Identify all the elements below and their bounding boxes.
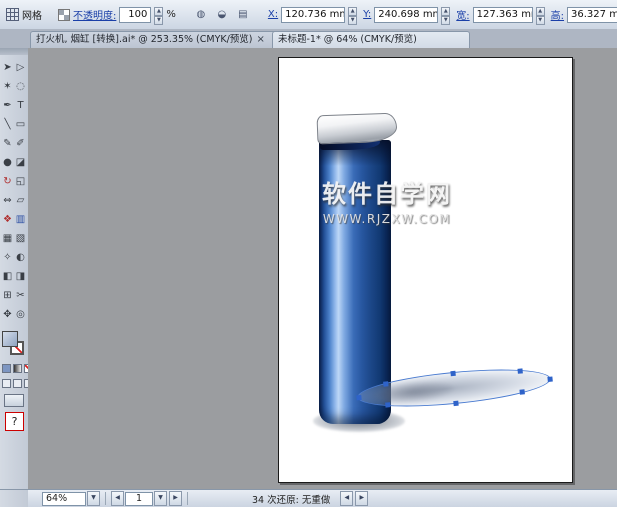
- width-input[interactable]: 127.363 mm: [473, 7, 533, 23]
- tool-mesh[interactable]: ▦: [1, 229, 14, 248]
- tool-width[interactable]: ⇔: [1, 191, 14, 210]
- anchor-point[interactable]: [518, 368, 523, 373]
- gradient-button[interactable]: [13, 364, 22, 373]
- tool-zoom[interactable]: ◎: [14, 305, 27, 324]
- tool-gradient[interactable]: ▧: [14, 229, 27, 248]
- tool-lasso[interactable]: ◌: [14, 77, 27, 96]
- screen-mode-button[interactable]: [4, 394, 24, 407]
- control-bar: 网格 不透明度: 100 ▲▼ % ◍ ◒ ▤ X: 120.736 mm ▲▼…: [0, 0, 617, 30]
- status-bar: 64% ▼ ◀ 1 ▼ ▶ 34 次还原: 无重做 ◀ ▶: [28, 489, 617, 507]
- canvas-area[interactable]: 软件自学网 WWW.RJZXW.COM: [28, 48, 617, 489]
- tool-hand[interactable]: ✥: [1, 305, 14, 324]
- tab-document-2[interactable]: 未标题-1* @ 64% (CMYK/预览): [272, 31, 470, 48]
- tools-panel: ➤▷✶◌✒T╲▭✎✐●◪↻◱⇔▱❖▥▦▧✧◐◧◨⊞✂✥◎ ?: [0, 48, 29, 506]
- height-label: 高:: [551, 7, 564, 22]
- anchor-point[interactable]: [356, 394, 361, 399]
- tool-scale[interactable]: ◱: [14, 172, 27, 191]
- x-stepper[interactable]: ▲▼: [348, 7, 357, 22]
- tool-pen[interactable]: ✒: [1, 96, 14, 115]
- transparency-checker-icon: [58, 9, 70, 21]
- graph-style-icon[interactable]: ◍: [192, 6, 210, 24]
- selected-object-label: 网格: [22, 7, 42, 22]
- draw-normal-button[interactable]: [2, 379, 11, 388]
- divider: [105, 492, 106, 505]
- tool-live-paint-bucket[interactable]: ◧: [1, 267, 14, 286]
- status-text: 34 次还原: 无重做: [252, 492, 330, 506]
- tool-paintbrush[interactable]: ✎: [1, 134, 14, 153]
- height-input[interactable]: 36.327 mm: [567, 7, 617, 23]
- tool-symbol-sprayer[interactable]: ❖: [1, 210, 14, 229]
- draw-behind-button[interactable]: [13, 379, 22, 388]
- tool-slice[interactable]: ✂: [14, 286, 27, 305]
- tool-artboard[interactable]: ⊞: [1, 286, 14, 305]
- opacity-input[interactable]: 100: [119, 7, 151, 23]
- y-label: Y:: [363, 9, 371, 20]
- tool-rotate[interactable]: ↻: [1, 172, 14, 191]
- help-button[interactable]: ?: [5, 412, 24, 431]
- tool-rectangle[interactable]: ▭: [14, 115, 27, 134]
- recolor-artwork-icon[interactable]: ◒: [213, 6, 231, 24]
- watermark: 软件自学网 WWW.RJZXW.COM: [301, 174, 473, 226]
- zoom-dropdown-icon[interactable]: ▼: [87, 491, 100, 506]
- artboard[interactable]: 软件自学网 WWW.RJZXW.COM: [278, 57, 573, 483]
- tab-close-icon[interactable]: ×: [257, 35, 265, 45]
- anchor-point[interactable]: [453, 400, 458, 405]
- opacity-stepper[interactable]: ▲▼: [154, 7, 163, 22]
- tool-blend[interactable]: ◐: [14, 248, 27, 267]
- anchor-point[interactable]: [385, 402, 390, 407]
- artboard-number-field[interactable]: 1: [125, 492, 153, 506]
- y-stepper[interactable]: ▲▼: [441, 7, 450, 22]
- opacity-unit: %: [166, 9, 176, 20]
- zoom-value[interactable]: 64%: [42, 492, 86, 506]
- prev-artboard-icon[interactable]: ◀: [111, 491, 124, 506]
- tool-magic-wand[interactable]: ✶: [1, 77, 14, 96]
- next-artboard-icon[interactable]: ▶: [169, 491, 182, 506]
- width-stepper[interactable]: ▲▼: [536, 7, 545, 22]
- watermark-title: 软件自学网: [301, 174, 473, 209]
- tool-live-paint-selection[interactable]: ◨: [14, 267, 27, 286]
- tool-selection[interactable]: ➤: [1, 58, 14, 77]
- y-input[interactable]: 240.698 mm: [374, 7, 438, 23]
- statusbar-corner: [0, 489, 29, 507]
- tool-direct-selection[interactable]: ▷: [14, 58, 27, 77]
- tools-panel-header[interactable]: [0, 48, 28, 55]
- divider: [187, 492, 188, 505]
- tool-pencil[interactable]: ✐: [14, 134, 27, 153]
- anchor-point[interactable]: [450, 370, 455, 375]
- artboard-dropdown-icon[interactable]: ▼: [154, 491, 167, 506]
- x-input[interactable]: 120.736 mm: [281, 7, 345, 23]
- anchor-point[interactable]: [547, 376, 552, 381]
- tool-type[interactable]: T: [14, 96, 27, 115]
- anchor-point[interactable]: [520, 389, 525, 394]
- opacity-label[interactable]: 不透明度:: [73, 7, 116, 22]
- watermark-url: WWW.RJZXW.COM: [301, 212, 473, 226]
- fill-stroke-widget: [1, 330, 27, 358]
- document-tab-bar: 打火机, 烟缸 [转换].ai* @ 253.35% (CMYK/预览) × 未…: [0, 29, 617, 49]
- width-label: 宽:: [456, 7, 469, 22]
- status-next-icon[interactable]: ▶: [355, 491, 368, 506]
- tool-eyedropper[interactable]: ✧: [1, 248, 14, 267]
- fill-color-swatch[interactable]: [2, 331, 18, 347]
- status-prev-icon[interactable]: ◀: [340, 491, 353, 506]
- tool-grid: ➤▷✶◌✒T╲▭✎✐●◪↻◱⇔▱❖▥▦▧✧◐◧◨⊞✂✥◎: [0, 58, 28, 324]
- tab-document-2-label: 未标题-1* @ 64% (CMYK/预览): [278, 32, 417, 48]
- tool-column-graph[interactable]: ▥: [14, 210, 27, 229]
- tool-blob-brush[interactable]: ●: [1, 153, 14, 172]
- color-button[interactable]: [2, 364, 11, 373]
- tab-document-1[interactable]: 打火机, 烟缸 [转换].ai* @ 253.35% (CMYK/预览) ×: [30, 31, 278, 48]
- tab-document-1-label: 打火机, 烟缸 [转换].ai* @ 253.35% (CMYK/预览): [36, 32, 253, 48]
- mesh-object-icon: [6, 8, 19, 21]
- tool-line-segment[interactable]: ╲: [1, 115, 14, 134]
- anchor-point[interactable]: [383, 381, 388, 386]
- tool-eraser[interactable]: ◪: [14, 153, 27, 172]
- x-label: X:: [268, 9, 278, 20]
- align-panel-icon[interactable]: ▤: [234, 6, 252, 24]
- illustrator-window: 网格 不透明度: 100 ▲▼ % ◍ ◒ ▤ X: 120.736 mm ▲▼…: [0, 0, 617, 506]
- tool-free-transform[interactable]: ▱: [14, 191, 27, 210]
